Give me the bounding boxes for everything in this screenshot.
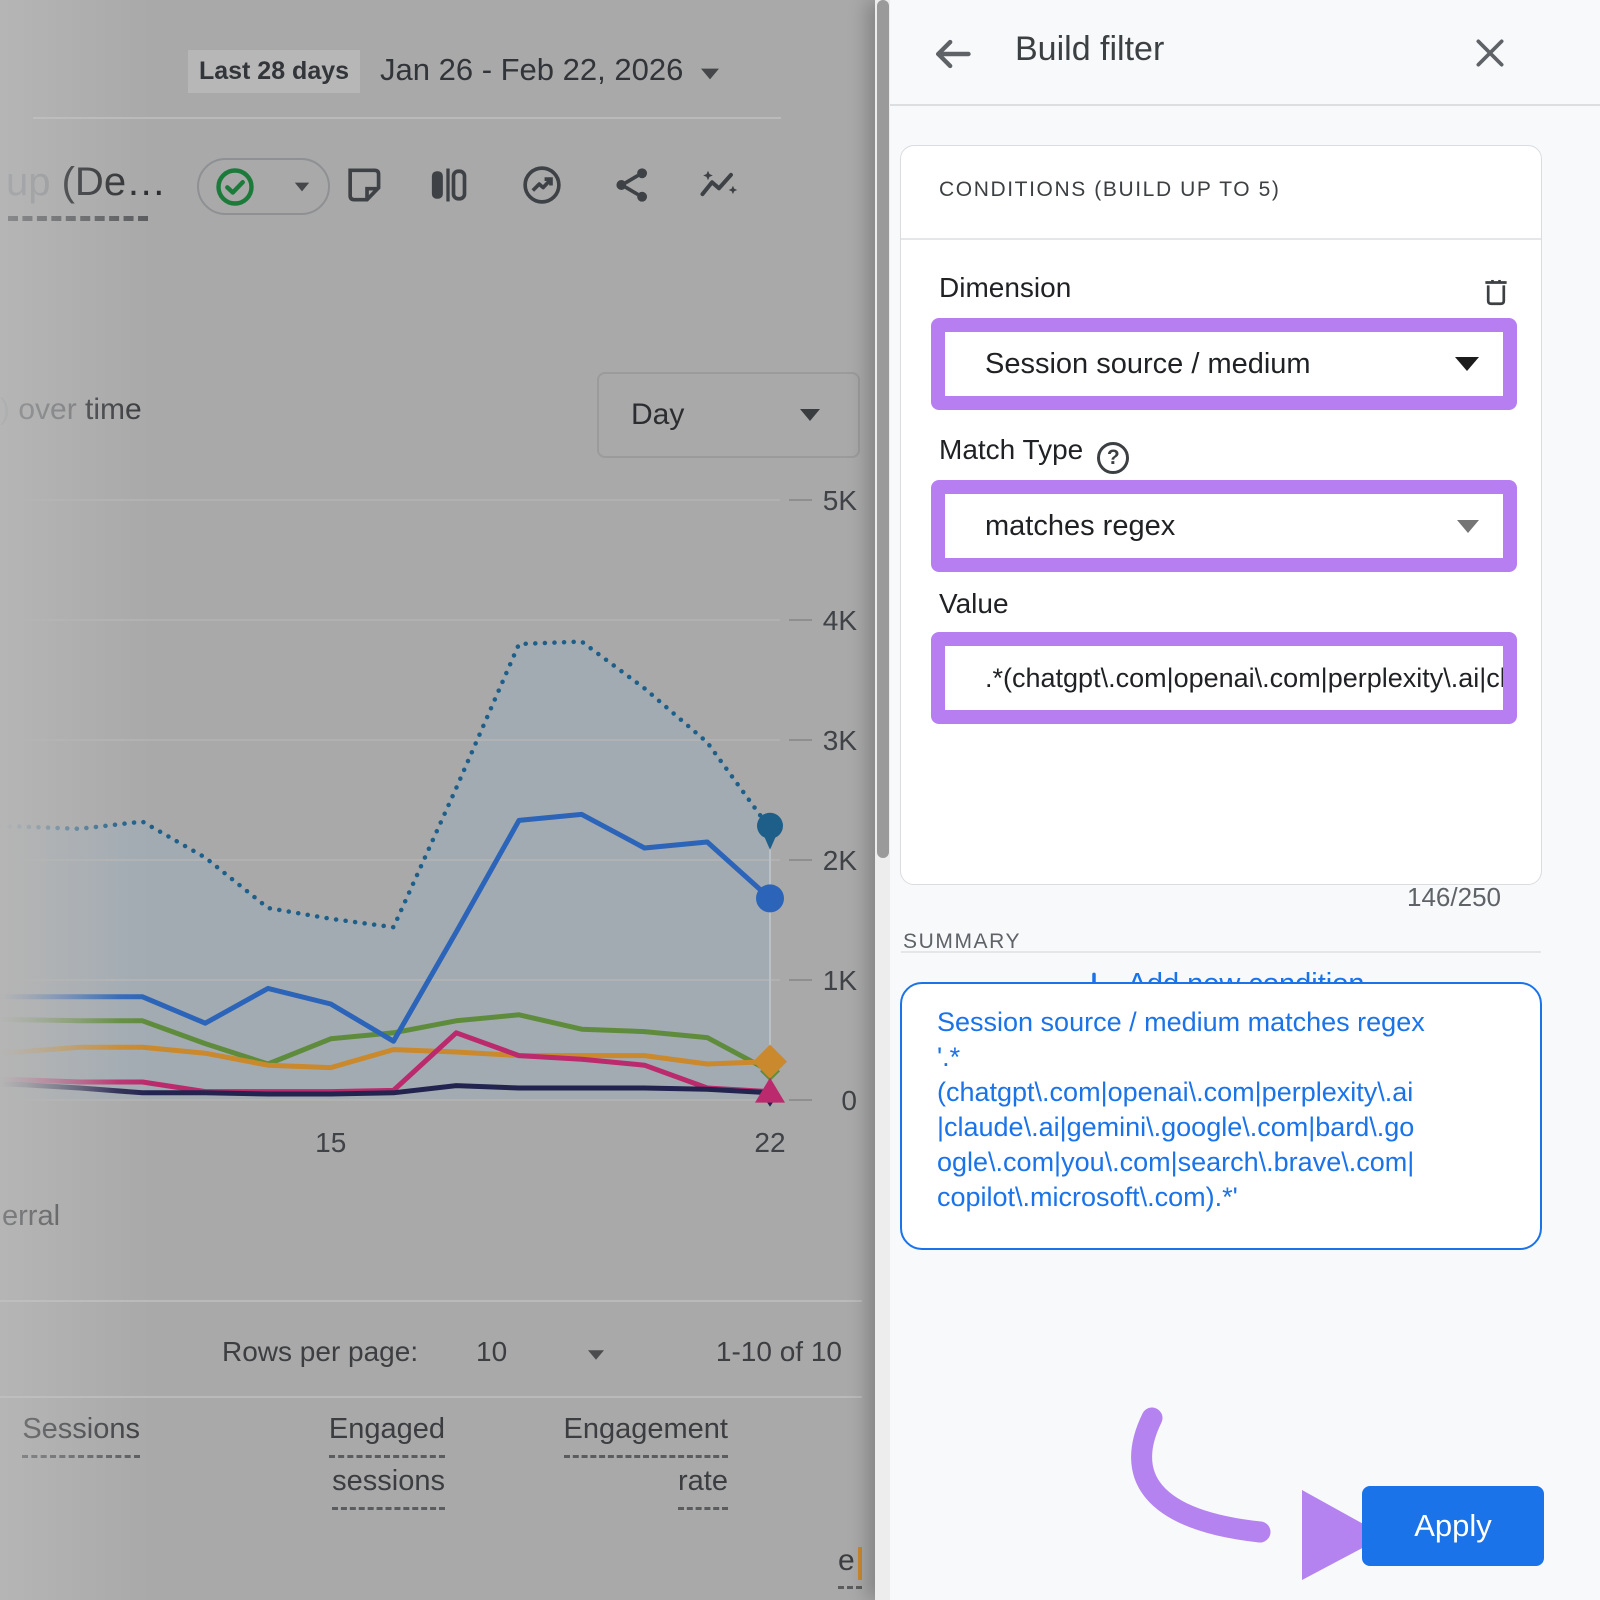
divider: [901, 238, 1541, 240]
table-row-label-partial: erral: [2, 1200, 60, 1233]
svg-text:1K: 1K: [823, 965, 858, 996]
pagination-range: 1-10 of 10: [700, 1336, 842, 1368]
share-icon[interactable]: [610, 163, 654, 207]
svg-text:2K: 2K: [823, 845, 858, 876]
column-header-engagement-rate[interactable]: Engagement rate: [518, 1406, 728, 1510]
panel-title: Build filter: [1015, 30, 1164, 69]
value-highlight-frame: .*(chatgpt\.com|openai\.com|perplexity\.…: [931, 632, 1517, 724]
divider: [0, 1396, 862, 1398]
char-counter: 146/250: [1407, 882, 1501, 913]
chevron-down-icon: [1457, 520, 1479, 533]
dimension-select[interactable]: Session source / medium: [945, 332, 1503, 396]
chevron-down-icon: [1455, 357, 1479, 371]
trash-icon[interactable]: [1479, 272, 1513, 310]
match-type-highlight-frame: matches regex: [931, 480, 1517, 572]
text-cursor: [858, 1547, 862, 1580]
conditions-card: CONDITIONS (BUILD UP TO 5) Dimension Ses…: [900, 145, 1542, 885]
value-label: Value: [939, 588, 1009, 620]
note-icon[interactable]: [341, 163, 385, 207]
summary-line: copilot\.microsoft\.com).*': [937, 1180, 1520, 1215]
summary-header: SUMMARY: [903, 930, 1021, 954]
svg-text:0: 0: [841, 1085, 857, 1116]
status-check-dropdown[interactable]: [197, 158, 330, 215]
help-icon[interactable]: ?: [1097, 442, 1129, 474]
comparison-bars-icon[interactable]: [426, 163, 470, 207]
sessions-over-time-chart[interactable]: 0 1K 2K 3K 4K 5K 15 22: [0, 480, 880, 1180]
column-header-engaged-sessions[interactable]: Engaged sessions: [245, 1406, 445, 1510]
svg-text:4K: 4K: [823, 605, 858, 636]
svg-text:15: 15: [315, 1127, 346, 1158]
granularity-value: Day: [631, 398, 684, 432]
back-arrow-icon[interactable]: [930, 32, 974, 76]
trend-circle-icon[interactable]: [520, 163, 564, 207]
panel-scrollbar-thumb[interactable]: [877, 0, 889, 858]
chevron-down-icon[interactable]: [588, 1350, 604, 1360]
summary-line: (chatgpt\.com|openai\.com|perplexity\.ai: [937, 1075, 1520, 1110]
breadcrumb-dark-text: (De…: [62, 160, 166, 204]
value-input[interactable]: .*(chatgpt\.com|openai\.com|perplexity\.…: [945, 646, 1503, 710]
match-type-select[interactable]: matches regex: [945, 494, 1503, 558]
column-header-partial: e: [838, 1544, 855, 1578]
summary-line: Session source / medium matches regex: [937, 1005, 1520, 1040]
breadcrumb-dashed-underline: [8, 216, 148, 221]
column-header-sessions[interactable]: Sessions: [0, 1406, 140, 1458]
divider: [33, 117, 781, 119]
insights-sparkline-icon[interactable]: [697, 163, 741, 207]
dimension-value: Session source / medium: [985, 348, 1311, 381]
summary-line: ogle\.com|you\.com|search\.brave\.com|: [937, 1145, 1520, 1180]
svg-text:22: 22: [754, 1127, 785, 1158]
chevron-down-icon: [800, 409, 820, 421]
breadcrumb[interactable]: up (De…: [6, 160, 166, 205]
summary-box: Session source / medium matches regex '.…: [900, 982, 1542, 1250]
chevron-down-icon: [701, 69, 719, 80]
date-preset-badge: Last 28 days: [188, 50, 360, 93]
divider: [0, 1300, 862, 1302]
value-input-text: .*(chatgpt\.com|openai\.com|perplexity\.…: [985, 663, 1503, 694]
svg-text:3K: 3K: [823, 725, 858, 756]
screenshot-root: Last 28 days Jan 26 - Feb 22, 2026 up (D…: [0, 0, 1600, 1600]
report-pane-dimmed: Last 28 days Jan 26 - Feb 22, 2026 up (D…: [0, 0, 875, 1600]
check-circle-icon: [213, 165, 257, 209]
conditions-header: CONDITIONS (BUILD UP TO 5): [939, 178, 1281, 202]
match-type-value: matches regex: [985, 510, 1175, 543]
chevron-down-icon: [295, 182, 309, 191]
dashed-underline: [838, 1586, 862, 1589]
match-type-label: Match Type?: [939, 434, 1129, 474]
rows-per-page-label: Rows per page:: [222, 1336, 418, 1368]
chart-title: ) over time: [0, 393, 142, 427]
summary-line: '.*: [937, 1040, 1520, 1075]
granularity-dropdown[interactable]: Day: [597, 372, 860, 458]
apply-button[interactable]: Apply: [1362, 1486, 1544, 1566]
date-range-selector[interactable]: Jan 26 - Feb 22, 2026: [380, 52, 683, 88]
close-icon[interactable]: [1470, 33, 1510, 73]
build-filter-panel: Build filter CONDITIONS (BUILD UP TO 5) …: [875, 0, 1600, 1600]
dimension-highlight-frame: Session source / medium: [931, 318, 1517, 410]
divider: [890, 104, 1600, 106]
summary-line: |claude\.ai|gemini\.google\.com|bard\.go: [937, 1110, 1520, 1145]
breadcrumb-faded-text: up: [6, 160, 62, 204]
svg-text:5K: 5K: [823, 485, 858, 516]
rows-per-page-value[interactable]: 10: [476, 1336, 507, 1368]
dimension-label: Dimension: [939, 272, 1071, 304]
